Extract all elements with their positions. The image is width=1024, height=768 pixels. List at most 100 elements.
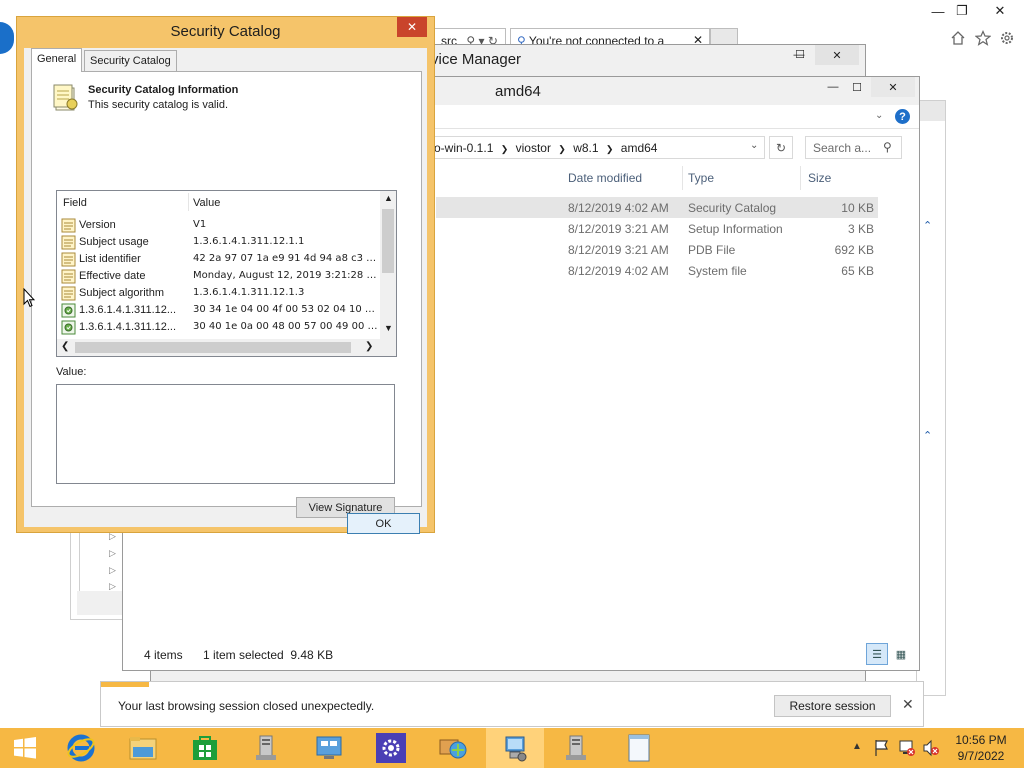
horizontal-scrollbar[interactable]: ❮ ❯	[57, 339, 396, 356]
column-size[interactable]: Size	[808, 171, 831, 185]
dm-right-pane: ⌃ ⌃	[916, 100, 946, 696]
favorites-star-icon[interactable]	[975, 30, 991, 46]
session-restore-bar: Your last browsing session closed unexpe…	[100, 681, 924, 727]
document-icon	[61, 235, 76, 250]
scroll-left-icon[interactable]: ❮	[61, 341, 69, 352]
column-date-modified[interactable]: Date modified	[568, 171, 642, 185]
hscrollbar-thumb[interactable]	[75, 342, 351, 353]
header-field[interactable]: Field	[63, 197, 87, 209]
list-row[interactable]: List identifier 42 2a 97 07 1a e9 91 4d …	[61, 251, 381, 268]
address-bar[interactable]: o-win-0.1.1 ❯ viostor ❯ w8.1 ❯ amd64 ⌄	[429, 136, 765, 159]
info-status: This security catalog is valid.	[88, 99, 228, 111]
address-dropdown-icon[interactable]: ⌄	[750, 140, 758, 151]
device-manager-taskbar-icon[interactable]	[486, 728, 544, 768]
browser-close-button[interactable]: ✕	[986, 0, 1014, 22]
notepad-document-icon[interactable]	[610, 728, 668, 768]
scrollbar-thumb[interactable]	[382, 209, 394, 273]
expand-arrow-icon[interactable]: ▷	[109, 565, 116, 576]
dialog-titlebar: Security Catalog ✕	[17, 17, 434, 47]
breadcrumb: o-win-0.1.1 ❯ viostor ❯ w8.1 ❯ amd64	[434, 141, 657, 155]
list-row[interactable]: Subject usage 1.3.6.1.4.1.311.12.1.1	[61, 234, 381, 251]
collapse-chevron-icon[interactable]: ⌃	[923, 429, 932, 442]
action-center-flag-icon[interactable]	[874, 739, 890, 757]
start-button[interactable]	[0, 728, 50, 768]
windows-logo-icon	[14, 737, 36, 759]
value-label: Value:	[56, 366, 87, 378]
network-icon[interactable]	[300, 728, 358, 768]
list-row[interactable]: 1.3.6.1.4.1.311.12... 30 40 1e 0a 00 48 …	[61, 319, 381, 336]
list-row[interactable]: Effective date Monday, August 12, 2019 3…	[61, 268, 381, 285]
row-field: Version	[79, 219, 116, 231]
breadcrumb-item[interactable]: o-win-0.1.1	[434, 141, 493, 155]
search-input[interactable]: Search a... ⚲	[805, 136, 902, 159]
list-row[interactable]: Subject algorithm 1.3.6.1.4.1.311.12.1.3	[61, 285, 381, 302]
dm-pane-header	[917, 101, 945, 121]
file-row[interactable]: 8/12/2019 3:21 AM Setup Information 3 KB	[436, 218, 878, 239]
file-date: 8/12/2019 4:02 AM	[568, 264, 669, 278]
extension-icon	[61, 303, 76, 318]
list-row[interactable]: 1.3.6.1.4.1.311.12... 30 34 1e 04 00 4f …	[61, 302, 381, 319]
scroll-down-icon[interactable]: ▼	[384, 323, 393, 333]
file-row[interactable]: 8/12/2019 4:02 AM System file 65 KB	[436, 260, 878, 281]
server-taskbar-icon[interactable]	[548, 728, 606, 768]
breadcrumb-item[interactable]: w8.1	[573, 141, 598, 155]
breadcrumb-item[interactable]: amd64	[621, 141, 658, 155]
explorer-maximize-button[interactable]: ☐	[843, 77, 871, 97]
network-status-icon[interactable]	[898, 739, 916, 757]
list-row[interactable]: Version V1	[61, 217, 381, 234]
file-explorer-icon[interactable]	[114, 728, 172, 768]
dialog-close-button[interactable]: ✕	[397, 17, 427, 37]
vertical-scrollbar[interactable]: ▲ ▼	[380, 191, 396, 339]
row-value: 42 2a 97 07 1a e9 91 4d 94 a8 c3 05...	[193, 253, 379, 264]
explorer-close-button[interactable]: ✕	[871, 77, 915, 97]
notif-close-icon[interactable]: ✕	[902, 696, 914, 713]
document-icon	[61, 286, 76, 301]
search-icon[interactable]: ⚲	[883, 140, 892, 154]
row-value: 30 34 1e 04 00 4f 00 53 02 04 10 01...	[193, 304, 379, 315]
clock-date: 9/7/2022	[957, 749, 1005, 763]
settings-gear-icon[interactable]	[999, 30, 1015, 46]
file-row[interactable]: 8/12/2019 4:02 AM Security Catalog 10 KB	[436, 197, 878, 218]
scroll-up-icon[interactable]: ▲	[384, 193, 393, 203]
row-value: 1.3.6.1.4.1.311.12.1.3	[193, 287, 305, 298]
row-field: Effective date	[79, 270, 146, 282]
large-icons-view-icon[interactable]: ▦	[890, 643, 912, 665]
tab-security-catalog[interactable]: Security Catalog	[84, 50, 177, 72]
file-row[interactable]: 8/12/2019 3:21 AM PDB File 692 KB	[436, 239, 878, 260]
restore-session-button[interactable]: Restore session	[774, 695, 891, 717]
store-icon[interactable]	[176, 728, 234, 768]
refresh-icon[interactable]: ↻	[769, 136, 793, 159]
scroll-right-icon[interactable]: ❯	[365, 341, 373, 352]
dm-maximize-button[interactable]: ☐	[786, 44, 814, 64]
dm-close-button[interactable]: ✕	[815, 45, 859, 65]
server-manager-icon[interactable]	[238, 728, 296, 768]
clock[interactable]: 10:56 PM 9/7/2022	[946, 733, 1016, 763]
header-value[interactable]: Value	[193, 197, 220, 209]
file-date: 8/12/2019 3:21 AM	[568, 243, 669, 257]
remote-desktop-icon[interactable]	[424, 728, 482, 768]
value-textbox[interactable]	[56, 384, 395, 484]
details-view-icon[interactable]: ☰	[866, 643, 888, 665]
mouse-cursor-icon	[23, 288, 35, 308]
row-value: V1	[193, 219, 207, 230]
expand-arrow-icon[interactable]: ▷	[109, 548, 116, 559]
breadcrumb-item[interactable]: viostor	[516, 141, 551, 155]
catalog-icon	[52, 82, 82, 112]
row-field: 1.3.6.1.4.1.311.12...	[79, 321, 177, 333]
browser-restore-button[interactable]: ❐	[948, 0, 976, 22]
tab-general[interactable]: General	[31, 48, 83, 72]
file-size: 10 KB	[841, 201, 874, 215]
home-icon[interactable]	[950, 30, 966, 46]
volume-muted-icon[interactable]	[922, 739, 940, 757]
security-catalog-dialog: Security Catalog ✕ General Security Cata…	[16, 16, 435, 534]
ok-button[interactable]: OK	[347, 513, 420, 534]
document-icon	[61, 218, 76, 233]
help-icon[interactable]: ?	[895, 109, 910, 124]
control-panel-gear-icon[interactable]	[362, 728, 420, 768]
field-list[interactable]: Field Value Version V1 Subject usage 1.3…	[56, 190, 397, 357]
column-type[interactable]: Type	[688, 171, 714, 185]
collapse-chevron-icon[interactable]: ⌃	[923, 219, 932, 232]
show-hidden-icons[interactable]: ▲	[852, 741, 862, 752]
ribbon-expand-icon[interactable]: ⌄	[875, 110, 883, 121]
internet-explorer-icon[interactable]	[52, 728, 110, 768]
